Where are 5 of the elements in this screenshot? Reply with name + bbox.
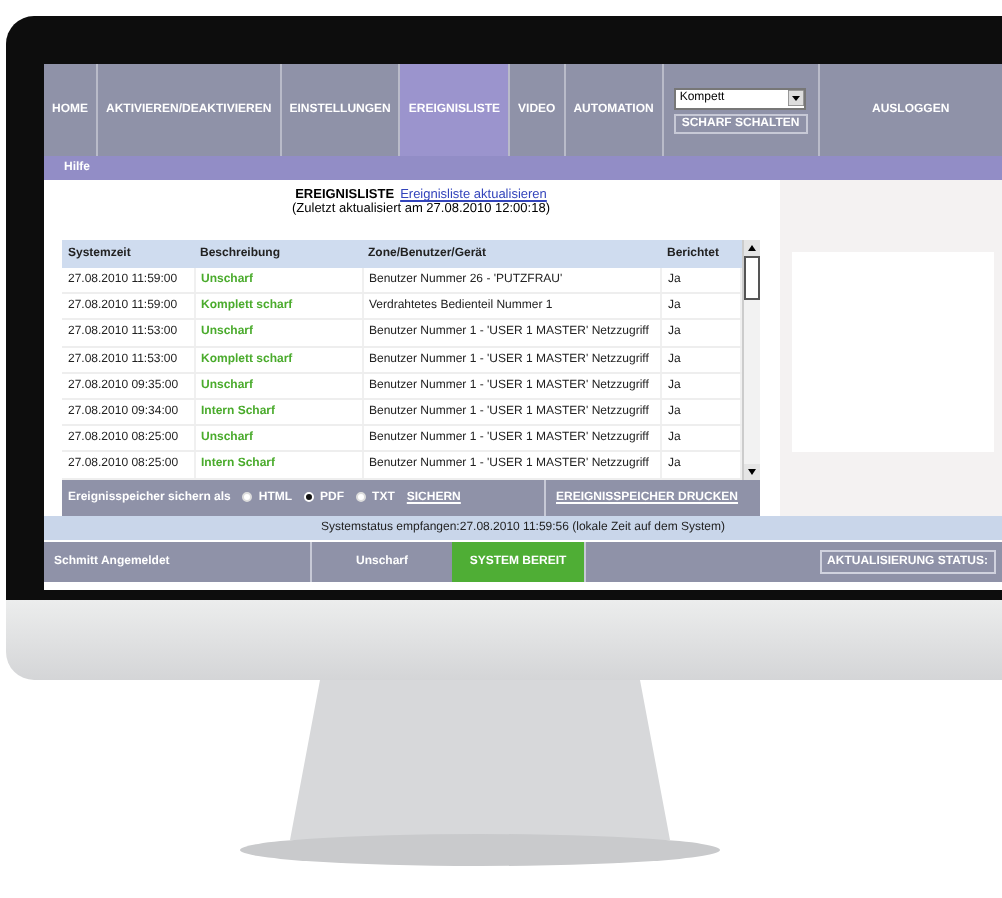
scroll-down-arrow-icon[interactable] xyxy=(744,463,760,479)
dropdown-arrow-icon xyxy=(787,90,804,106)
scrollbar[interactable] xyxy=(742,240,760,479)
scroll-up-arrow-icon[interactable] xyxy=(744,240,760,256)
scrollbar-thumb[interactable] xyxy=(744,256,760,300)
